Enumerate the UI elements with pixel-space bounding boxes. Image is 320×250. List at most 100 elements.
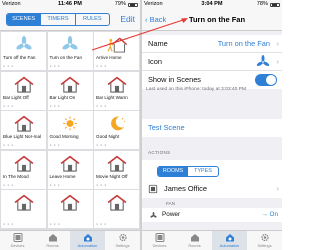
name-label: Name bbox=[148, 39, 168, 48]
chevron-right-icon: › bbox=[276, 57, 279, 66]
house-icon bbox=[1, 154, 46, 173]
edit-button[interactable]: Edit bbox=[120, 13, 135, 26]
rooms-icon bbox=[48, 234, 57, 242]
tab-label: Devices bbox=[10, 243, 25, 248]
house-icon bbox=[48, 154, 93, 173]
page-title: Turn on the Fan bbox=[188, 15, 246, 24]
test-scene-row[interactable]: Test Scene bbox=[142, 119, 282, 137]
scene-tile[interactable]: Bar Light Warm ● ● ● bbox=[94, 71, 139, 110]
tab-rooms[interactable]: Rooms bbox=[177, 231, 212, 250]
tab-settings[interactable]: Settings bbox=[105, 231, 140, 250]
bulb-icon: ● ● ● bbox=[49, 182, 61, 187]
house-icon bbox=[1, 193, 46, 212]
scene-tile[interactable]: Turn off the Fan ● ● ● bbox=[1, 32, 46, 70]
room-icon bbox=[148, 184, 158, 194]
test-scene-button[interactable]: Test Scene bbox=[148, 122, 185, 134]
automation-icon bbox=[83, 234, 92, 242]
power-label: Power bbox=[162, 211, 181, 218]
bulb-icon: ● ● ● bbox=[96, 182, 107, 187]
bulb-icon: ● ● ● bbox=[3, 182, 14, 187]
battery-percent: 78% bbox=[256, 1, 268, 7]
battery-icon bbox=[270, 2, 280, 7]
bulb-icon: ● ● ● bbox=[3, 64, 14, 68]
tab-automation[interactable]: Automation bbox=[70, 231, 105, 250]
status-bar: Verizon 11:46 PM 79% bbox=[0, 0, 140, 9]
segment-types[interactable]: TYPES bbox=[188, 167, 218, 176]
scene-tile[interactable]: Bar Light On ● ● ● bbox=[47, 71, 93, 110]
battery-percent: 79% bbox=[114, 1, 126, 7]
scene-type-segmented-control: SCENES TIMERS RULES bbox=[6, 13, 110, 26]
scene-tile-label: Leave Home bbox=[49, 173, 76, 179]
tab-label: Settings bbox=[115, 243, 130, 248]
scene-tile[interactable]: Arrive Home ● ● ● bbox=[94, 32, 139, 70]
bulb-icon: ● ● ● bbox=[3, 222, 14, 226]
scene-tile[interactable]: ● ● ● bbox=[94, 190, 139, 228]
scene-tile[interactable]: Leave Home ● ● ● bbox=[47, 150, 93, 189]
scene-tile[interactable]: Good Morning ● ● ● bbox=[47, 111, 93, 149]
name-row[interactable]: Name Turn on the Fan › bbox=[142, 35, 282, 53]
scene-tile[interactable]: Blue Light Nor-mal ● ● ● bbox=[1, 111, 46, 149]
tab-label: Settings bbox=[257, 243, 272, 248]
bulb-icon: ● ● ● bbox=[49, 143, 61, 147]
arrive-home-icon bbox=[94, 35, 139, 54]
scene-tile-label: Arrive Home bbox=[96, 55, 122, 60]
segment-timers[interactable]: TIMERS bbox=[40, 14, 74, 25]
scene-tile-label: Turn off the Fan bbox=[3, 55, 36, 60]
scene-tile[interactable]: Turn on the Fan ● ● ● bbox=[47, 32, 93, 70]
power-value: On bbox=[269, 211, 278, 218]
chevron-right-icon: › bbox=[276, 39, 279, 48]
scene-tile[interactable]: Movie Night Off ● ● ● bbox=[94, 150, 139, 189]
icon-label: Icon bbox=[148, 57, 162, 66]
segment-rules[interactable]: RULES bbox=[74, 14, 109, 25]
house-icon bbox=[94, 75, 139, 94]
devices-icon bbox=[13, 233, 22, 242]
actions-header: ACTIONS bbox=[148, 150, 171, 155]
scene-tile-label: Bar Light On bbox=[49, 94, 76, 100]
house-icon bbox=[48, 75, 93, 94]
tab-bar: Devices Rooms Automation Settings bbox=[142, 230, 282, 250]
fan-icon bbox=[256, 55, 270, 69]
scene-tile-label: Good Night bbox=[96, 134, 120, 139]
tab-label: Rooms bbox=[46, 243, 59, 248]
fan-icon bbox=[1, 35, 46, 54]
fan-icon bbox=[150, 212, 157, 218]
tab-bar: Devices Rooms Automation Settings bbox=[0, 230, 140, 250]
gear-icon bbox=[118, 233, 127, 242]
scene-tile-label: Blue Light Nor-mal bbox=[3, 134, 42, 139]
tab-label: Automation bbox=[77, 243, 98, 248]
segment-scenes[interactable]: SCENES bbox=[7, 14, 41, 25]
tab-settings[interactable]: Settings bbox=[247, 231, 282, 250]
name-value: Turn on the Fan bbox=[217, 39, 270, 48]
bulb-icon: ● ● ● bbox=[3, 143, 14, 147]
icon-row[interactable]: Icon › bbox=[142, 53, 282, 71]
show-in-scenes-label: Show in Scenes bbox=[148, 75, 201, 84]
scene-tile-label: Movie Night Off bbox=[96, 173, 128, 179]
room-row[interactable]: James Office › bbox=[142, 180, 282, 198]
scene-settings-group: Name Turn on the Fan › Icon › Show in Sc… bbox=[142, 35, 282, 89]
bulb-icon: ● ● ● bbox=[96, 103, 107, 108]
automation-icon bbox=[225, 234, 234, 242]
rooms-icon bbox=[190, 234, 199, 242]
scene-tile[interactable]: ● ● ● bbox=[47, 190, 93, 228]
scene-tile-label: Bar Light Off bbox=[3, 94, 29, 100]
scene-tile-label: Good Morning bbox=[49, 134, 79, 139]
scene-tile[interactable]: ● ● ● bbox=[1, 190, 46, 228]
fan-icon bbox=[48, 35, 93, 54]
scene-tile[interactable]: In The Mood ● ● ● bbox=[1, 150, 46, 189]
tab-devices[interactable]: Devices bbox=[0, 231, 35, 250]
house-icon bbox=[94, 154, 139, 173]
segment-rooms[interactable]: ROOMS bbox=[158, 167, 188, 176]
tab-automation[interactable]: Automation bbox=[212, 231, 247, 250]
last-used-text: Last used on this iPhone: today at 3:03:… bbox=[146, 87, 247, 92]
tab-rooms[interactable]: Rooms bbox=[35, 231, 70, 250]
scene-tile[interactable]: Good Night ● ● ● bbox=[94, 111, 139, 149]
scene-tile[interactable]: Bar Light Off ● ● ● bbox=[1, 71, 46, 110]
tab-devices[interactable]: Devices bbox=[142, 231, 177, 250]
show-in-scenes-toggle[interactable] bbox=[255, 74, 277, 86]
scene-tile-label: Turn on the Fan bbox=[49, 55, 83, 60]
power-row[interactable]: Power → On bbox=[142, 208, 282, 222]
scene-detail-screen: Verizon 3:04 PM 78% ‹ Back Turn on the F… bbox=[142, 0, 282, 250]
house-icon bbox=[48, 193, 93, 212]
arrow-right-icon: → bbox=[261, 211, 268, 218]
scenes-header: SCENES TIMERS RULES Edit bbox=[0, 9, 140, 31]
